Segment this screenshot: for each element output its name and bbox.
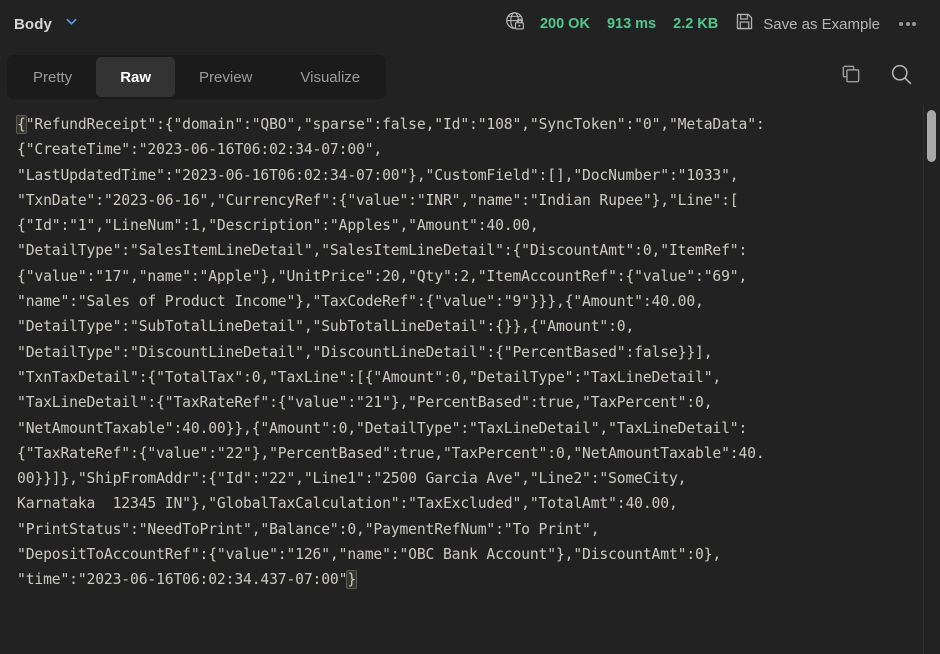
save-as-example-label: Save as Example <box>763 15 880 33</box>
code-line-15: 00}}]},"ShipFromAddr":{"Id":"22","Line1"… <box>17 470 687 488</box>
code-line-10: "DetailType":"DiscountLineDetail","Disco… <box>17 343 713 361</box>
bracket-match-close: } <box>346 570 357 590</box>
code-line-13: "NetAmountTaxable":40.00}},{"Amount":0,"… <box>17 419 748 437</box>
dot <box>912 22 916 26</box>
code-line-19: "time":"2023-06-16T06:02:34.437-07:00" <box>17 571 348 589</box>
code-line-5: {"Id":"1","LineNum":1,"Description":"App… <box>17 217 539 235</box>
code-line-12: "TaxLineDetail":{"TaxRateRef":{"value":"… <box>17 394 713 412</box>
tab-visualize-label: Visualize <box>300 68 361 86</box>
response-size: 2.2 KB <box>673 16 719 32</box>
code-line-9: "DetailType":"SubTotalLineDetail","SubTo… <box>17 318 635 336</box>
code-line-16: Karnataka 12345 IN"},"GlobalTaxCalculati… <box>17 495 678 513</box>
code-line-17: "PrintStatus":"NeedToPrint","Balance":0,… <box>17 520 600 538</box>
globe-lock-icon <box>505 11 526 37</box>
response-body-panel[interactable]: {"RefundReceipt":{"domain":"QBO","sparse… <box>0 106 940 654</box>
body-dropdown-label: Body <box>14 15 52 33</box>
response-view-tabs: Pretty Raw Preview Visualize <box>7 55 387 99</box>
code-line-18: "DepositToAccountRef":{"value":"126","na… <box>17 546 722 564</box>
tab-raw[interactable]: Raw <box>96 57 176 97</box>
tab-visualize[interactable]: Visualize <box>276 57 384 97</box>
body-scrollbar-thumb[interactable] <box>927 110 936 162</box>
search-icon[interactable] <box>889 62 914 92</box>
tab-preview-label: Preview <box>199 68 253 86</box>
code-line-2: {"CreateTime":"2023-06-16T06:02:34-07:00… <box>17 141 383 159</box>
copy-icon[interactable] <box>840 63 863 91</box>
body-scrollbar[interactable] <box>927 108 936 648</box>
code-line-6: "DetailType":"SalesItemLineDetail","Sale… <box>17 242 748 260</box>
code-line-1: "RefundReceipt":{"domain":"QBO","sparse"… <box>25 116 765 133</box>
code-line-7: {"value":"17","name":"Apple"},"UnitPrice… <box>17 267 748 285</box>
dot <box>905 22 910 26</box>
tab-pretty[interactable]: Pretty <box>9 57 96 97</box>
status-code: 200 OK <box>539 16 590 32</box>
response-status-group: 200 OK 913 ms 2.2 KB Save as Example <box>505 11 928 37</box>
code-line-14: {"TaxRateRef":{"value":"22"},"PercentBas… <box>17 444 765 462</box>
code-line-8: "name":"Sales of Product Income"},"TaxCo… <box>17 293 704 311</box>
code-line-3: "LastUpdatedTime":"2023-06-16T06:02:34-0… <box>17 166 739 184</box>
panel-divider <box>923 106 924 654</box>
body-dropdown[interactable]: Body <box>10 11 83 37</box>
code-line-11: "TxnTaxDetail":{"TotalTax":0,"TaxLine":[… <box>17 368 722 386</box>
chevron-down-icon <box>64 14 79 34</box>
tab-pretty-label: Pretty <box>33 68 73 86</box>
response-topbar: Body 200 OK 913 ms 2.2 KB Save as Exampl… <box>0 0 940 48</box>
floppy-disk-icon <box>735 12 754 36</box>
save-as-example-button[interactable]: Save as Example <box>735 12 880 36</box>
response-body-raw[interactable]: {"RefundReceipt":{"domain":"QBO","sparse… <box>0 106 940 593</box>
response-tools <box>840 62 914 92</box>
tab-raw-label: Raw <box>120 68 152 86</box>
response-time: 913 ms <box>606 16 657 32</box>
response-view-tabrow: Pretty Raw Preview Visualize <box>0 48 940 106</box>
dot <box>899 22 903 26</box>
code-line-4: "TxnDate":"2023-06-16","CurrencyRef":{"v… <box>17 191 739 209</box>
bracket-match-open: { <box>16 115 27 134</box>
tab-preview[interactable]: Preview <box>175 57 276 97</box>
more-horizontal-icon[interactable] <box>895 16 920 32</box>
